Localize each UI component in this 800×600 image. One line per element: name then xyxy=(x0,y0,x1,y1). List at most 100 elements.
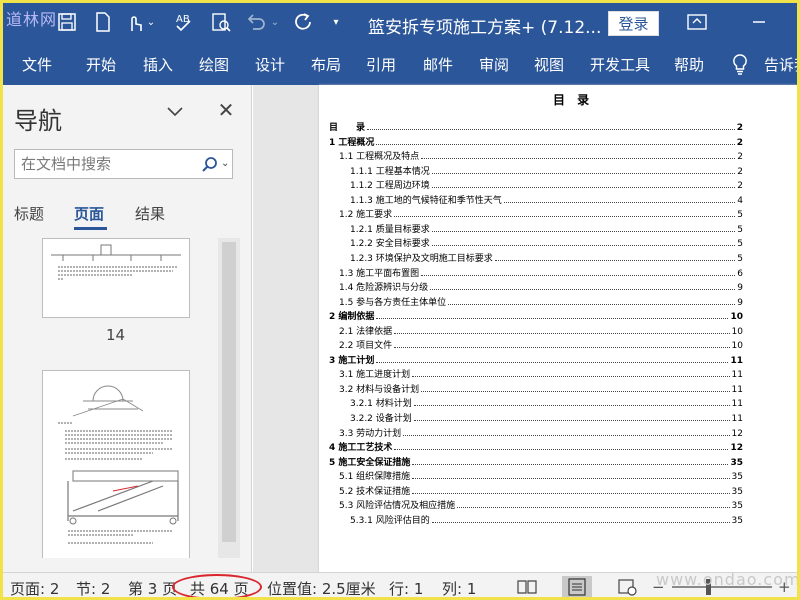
toc-entry[interactable]: 5.2 技术保证措施 35 xyxy=(339,485,743,497)
search-input[interactable] xyxy=(21,153,191,175)
toc-entry[interactable]: 2.2 项目文件 10 xyxy=(339,339,743,351)
tab-headings[interactable]: 标题 xyxy=(14,203,44,224)
toc-entry[interactable]: 1.5 参与各方责任主体单位 9 xyxy=(339,296,743,308)
search-dropdown-icon[interactable]: ⌄ xyxy=(221,158,231,170)
tab-developer[interactable]: 开发工具 xyxy=(590,54,650,75)
tab-layout[interactable]: 布局 xyxy=(311,54,341,75)
status-line[interactable]: 行: 1 xyxy=(389,578,423,599)
toc-entry-page: 10 xyxy=(731,341,743,352)
toc-entry[interactable]: 3.3 劳动力计划 12 xyxy=(339,427,743,439)
toc-entry[interactable]: 5 施工安全保证措施 35 xyxy=(329,456,743,468)
web-layout-view-icon[interactable] xyxy=(612,576,642,598)
toc-entry-title: 1.2 施工要求 xyxy=(339,210,393,221)
toc-leader-dots xyxy=(431,187,736,189)
toc-entry[interactable]: 1.3 施工平面布置图 6 xyxy=(339,267,743,279)
tab-references[interactable]: 引用 xyxy=(366,54,396,75)
status-position[interactable]: 位置值: 2.5厘米 xyxy=(267,578,376,599)
toc-entry[interactable]: 1.2.3 环境保护及文明施工目标要求 5 xyxy=(350,252,743,264)
tab-view[interactable]: 视图 xyxy=(534,54,564,75)
toc-entry[interactable]: 目 录 2 xyxy=(329,121,743,133)
status-page-of[interactable]: 第 3 页 xyxy=(128,578,177,599)
search-icon[interactable] xyxy=(201,156,219,174)
print-layout-view-icon[interactable] xyxy=(562,576,592,598)
toc-entry[interactable]: 3 施工计划 11 xyxy=(329,354,743,366)
toc-entry[interactable]: 1.1.2 工程周边环境 2 xyxy=(350,179,743,191)
highlight-annotation xyxy=(172,574,262,600)
close-icon[interactable]: ✕ xyxy=(216,100,236,120)
navigation-title: 导航 xyxy=(14,107,62,135)
toc-leader-dots xyxy=(403,434,730,436)
scrollbar-thumb[interactable] xyxy=(222,242,236,542)
toc-entry-title: 5.2 技术保证措施 xyxy=(339,486,411,497)
login-button[interactable]: 登录 xyxy=(608,11,659,36)
tab-tell-me[interactable]: 告诉我 xyxy=(764,54,800,75)
undo-icon[interactable] xyxy=(244,10,268,34)
tab-results[interactable]: 结果 xyxy=(135,203,165,224)
tab-home[interactable]: 开始 xyxy=(86,54,116,75)
toc-entry-title: 2.2 项目文件 xyxy=(339,341,393,352)
toc-entry[interactable]: 1.1.1 工程基本情况 2 xyxy=(350,165,743,177)
lightbulb-icon[interactable] xyxy=(730,52,750,76)
toc-entry-title: 2.1 法律依据 xyxy=(339,326,393,337)
tab-review[interactable]: 审阅 xyxy=(479,54,509,75)
read-mode-view-icon[interactable] xyxy=(512,576,542,598)
document-page[interactable]: 目 录 目 录 2 1 工程概况 2 1.1 工程概况及特点 2 1.1.1 工程基本情况 2… xyxy=(319,85,797,572)
page-thumbnail-14[interactable] xyxy=(42,238,190,318)
toc-entry[interactable]: 1.4 危险源辨识与分级 9 xyxy=(339,281,743,293)
touch-dropdown-icon[interactable]: ⌄ xyxy=(146,10,156,34)
tab-design[interactable]: 设计 xyxy=(255,54,285,75)
read-mode-icon[interactable] xyxy=(210,10,232,34)
new-document-icon[interactable] xyxy=(94,10,112,34)
toc-entry[interactable]: 4 施工工艺技术 12 xyxy=(329,441,743,453)
tab-mailings[interactable]: 邮件 xyxy=(423,54,453,75)
toc-entry-page: 10 xyxy=(731,326,743,337)
toc-entry[interactable]: 3.2.1 材料计划 11 xyxy=(350,397,743,409)
toc-entry[interactable]: 1 工程概况 2 xyxy=(329,136,743,148)
status-column[interactable]: 列: 1 xyxy=(442,578,476,599)
toc-entry-page: 11 xyxy=(731,370,743,381)
document-area[interactable]: 目 录 目 录 2 1 工程概况 2 1.1 工程概况及特点 2 1.1.1 工程基本情况 2… xyxy=(253,85,800,572)
minimize-icon[interactable] xyxy=(748,12,770,32)
toc-entry[interactable]: 3.1 施工进度计划 11 xyxy=(339,368,743,380)
page-thumbnail-15[interactable] xyxy=(42,370,190,558)
toc-entry-title: 5.3 风险评估情况及相应措施 xyxy=(339,501,456,512)
toc-entry[interactable]: 3.2 材料与设备计划 11 xyxy=(339,383,743,395)
toc-entry-page: 35 xyxy=(731,486,743,497)
toc-entry-page: 12 xyxy=(730,443,743,454)
tab-pages[interactable]: 页面 xyxy=(74,203,104,224)
toc-entry[interactable]: 2 编制依据 10 xyxy=(329,310,743,322)
toc-entry-title: 3.1 施工进度计划 xyxy=(339,370,411,381)
toc-entry[interactable]: 5.3.1 风险评估目的 35 xyxy=(350,514,743,526)
toc-leader-dots xyxy=(494,260,736,261)
tab-insert[interactable]: 插入 xyxy=(143,54,173,75)
toc-entry-title: 1.1.1 工程基本情况 xyxy=(350,166,430,177)
toc-entry[interactable]: 1.2 施工要求 5 xyxy=(339,208,743,220)
repeat-icon[interactable] xyxy=(292,10,314,34)
ribbon-display-options-icon[interactable] xyxy=(686,12,708,32)
touch-mode-icon[interactable] xyxy=(124,10,146,34)
pane-options-chevron-icon[interactable] xyxy=(165,104,185,120)
status-section[interactable]: 节: 2 xyxy=(76,578,110,599)
toc-leader-dots xyxy=(431,172,736,174)
toc-entry[interactable]: 1.2.2 安全目标要求 5 xyxy=(350,237,743,249)
status-page[interactable]: 页面: 2 xyxy=(10,578,59,599)
thumbnail-scrollbar[interactable] xyxy=(218,238,240,558)
undo-dropdown-icon[interactable]: ⌄ xyxy=(270,10,280,34)
toc-entry[interactable]: 1.2.1 质量目标要求 5 xyxy=(350,223,743,235)
toc-leader-dots xyxy=(394,332,730,334)
toc-entry[interactable]: 5.1 组织保障措施 35 xyxy=(339,470,743,482)
tab-file[interactable]: 文件 xyxy=(22,54,52,75)
tab-draw[interactable]: 绘图 xyxy=(199,54,229,75)
toc-entry[interactable]: 5.3 风险评估情况及相应措施 35 xyxy=(339,499,743,511)
toc-entry[interactable]: 3.2.2 设备计划 11 xyxy=(350,412,743,424)
toc-leader-dots xyxy=(394,449,729,451)
spelling-check-icon[interactable]: AB xyxy=(174,10,198,34)
toc-entry[interactable]: 1.1.3 施工地的气候特征和季节性天气 4 xyxy=(350,194,743,206)
toc-entry-title: 1.1.2 工程周边环境 xyxy=(350,181,430,192)
tab-help[interactable]: 帮助 xyxy=(674,54,704,75)
toc-leader-dots xyxy=(394,347,730,349)
customize-toolbar-icon[interactable]: ▾ xyxy=(330,10,342,34)
toc-entry[interactable]: 1.1 工程概况及特点 2 xyxy=(339,150,743,162)
save-icon[interactable] xyxy=(56,10,78,34)
toc-entry[interactable]: 2.1 法律依据 10 xyxy=(339,325,743,337)
